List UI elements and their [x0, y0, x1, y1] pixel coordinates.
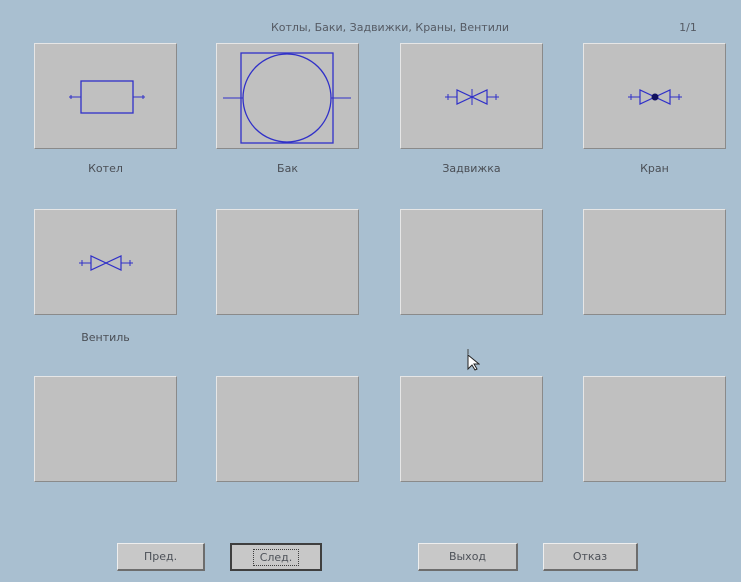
prev-button[interactable]: Пред. [117, 543, 205, 571]
cancel-button[interactable]: Отказ [543, 543, 638, 571]
tile-empty[interactable] [400, 376, 543, 482]
exit-button-label: Выход [448, 550, 487, 563]
next-button-label: След. [252, 548, 300, 566]
tile-empty[interactable] [34, 376, 177, 482]
next-button[interactable]: След. [230, 543, 322, 571]
tile-boiler[interactable] [34, 43, 177, 149]
tile-ball-valve[interactable] [583, 43, 726, 149]
tile-empty[interactable] [583, 376, 726, 482]
tile-label-gate-valve: Задвижка [442, 162, 501, 175]
tile-empty[interactable] [400, 209, 543, 315]
cancel-button-label: Отказ [572, 550, 608, 563]
tile-empty[interactable] [583, 209, 726, 315]
tile-tank[interactable] [216, 43, 359, 149]
tile-label-ball-valve: Кран [640, 162, 669, 175]
mouse-cursor-icon [464, 349, 481, 375]
dialog-title: Котлы, Баки, Задвижки, Краны, Вентили [270, 21, 510, 34]
prev-button-label: Пред. [143, 550, 178, 563]
gate-valve-icon [445, 89, 499, 105]
tile-gate-valve[interactable] [400, 43, 543, 149]
tile-label-boiler: Котел [88, 162, 123, 175]
tile-globe-valve[interactable] [34, 209, 177, 315]
boiler-icon [69, 80, 145, 114]
exit-button[interactable]: Выход [418, 543, 518, 571]
tile-empty[interactable] [216, 209, 359, 315]
ball-valve-icon [628, 89, 682, 105]
page-indicator: 1/1 [679, 21, 697, 34]
tile-label-tank: Бак [277, 162, 298, 175]
globe-valve-icon [79, 255, 133, 271]
tile-empty[interactable] [216, 376, 359, 482]
tile-label-globe-valve: Вентиль [81, 331, 130, 344]
tank-icon [223, 52, 351, 144]
